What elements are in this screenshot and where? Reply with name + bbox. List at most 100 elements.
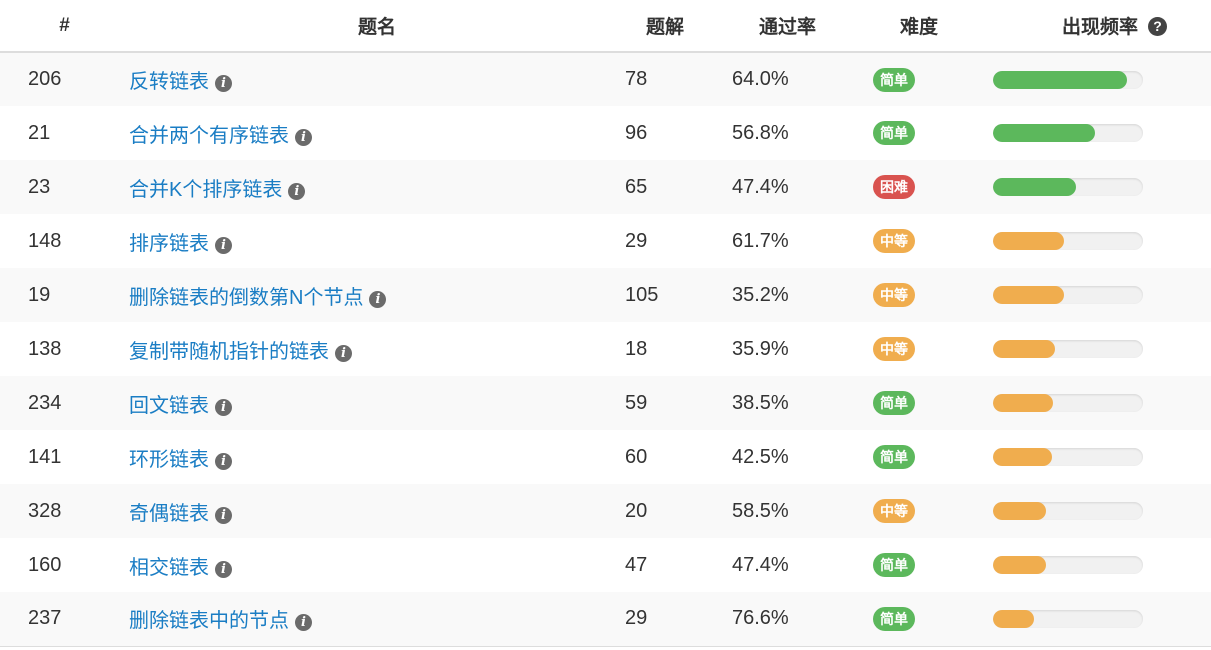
frequency-bar [993, 448, 1143, 466]
table-row[interactable]: 206 反转链表 i 78 64.0% 简单 [0, 52, 1211, 106]
solutions-count: 96 [625, 121, 648, 144]
difficulty-badge: 简单 [873, 606, 915, 631]
header-title-label: 题名 [357, 17, 396, 38]
info-icon[interactable]: i [288, 182, 306, 200]
solutions-count: 47 [625, 553, 648, 576]
frequency-bar-fill [993, 70, 1127, 89]
problem-title-link[interactable]: 复制带随机指针的链表 [129, 341, 329, 363]
info-icon[interactable]: i [295, 128, 312, 146]
problem-title-link[interactable]: 删除链表的倒数第N个节点 [129, 287, 363, 309]
info-icon[interactable]: i [369, 290, 387, 308]
info-icon[interactable]: i [215, 75, 232, 92]
table-row[interactable]: 141 环形链表 i 60 42.5% 简单 [0, 430, 1211, 484]
info-icon[interactable]: i [215, 506, 232, 524]
difficulty-badge: 简单 [873, 67, 915, 92]
frequency-bar-fill [993, 609, 1034, 628]
header-title[interactable]: 题名 [129, 0, 625, 53]
acceptance-rate: 35.9% [732, 337, 789, 360]
difficulty-badge: 简单 [873, 553, 915, 577]
frequency-bar-fill [993, 178, 1076, 196]
info-icon[interactable]: i [295, 614, 312, 632]
problem-title-link[interactable]: 合并两个有序链表 [129, 125, 289, 147]
header-solutions[interactable]: 题解 [625, 0, 731, 53]
table-row[interactable]: 148 排序链表 i 29 61.7% 中等 [0, 214, 1211, 268]
frequency-cell [993, 376, 1211, 430]
problem-title-link[interactable]: 回文链表 [129, 395, 209, 417]
frequency-cell [993, 160, 1211, 214]
solutions-count: 29 [625, 592, 731, 647]
difficulty-cell: 中等 [872, 322, 993, 376]
problem-title-cell: 奇偶链表 i [129, 484, 625, 538]
acceptance-rate: 76.6% [731, 592, 872, 647]
question-circle-icon[interactable]: ? [1148, 17, 1168, 36]
frequency-bar [993, 70, 1143, 89]
problem-title-link[interactable]: 排序链表 [129, 233, 209, 255]
problem-title-cell: 环形链表 i [129, 430, 625, 484]
frequency-bar [993, 178, 1143, 196]
header-acceptance-label: 通过率 [759, 17, 817, 38]
header-row: # 题名 题解 通过率 难度 出现频率? [0, 0, 1211, 53]
frequency-cell [993, 322, 1211, 376]
problem-id: 141 [28, 445, 62, 468]
frequency-cell [993, 430, 1211, 484]
difficulty-badge: 简单 [873, 121, 915, 145]
frequency-cell [993, 106, 1211, 160]
header-frequency-label: 出现频率 [1062, 17, 1139, 38]
difficulty-cell: 中等 [872, 268, 993, 322]
header-id-label: # [59, 14, 70, 36]
difficulty-cell: 中等 [872, 214, 993, 268]
problem-id: 23 [28, 175, 51, 198]
difficulty-badge: 中等 [873, 283, 915, 307]
difficulty-cell: 简单 [872, 430, 993, 484]
acceptance-rate: 42.5% [732, 445, 789, 468]
header-difficulty[interactable]: 难度 [872, 0, 993, 53]
frequency-cell [993, 268, 1211, 322]
problem-id: 21 [28, 121, 51, 144]
difficulty-cell: 中等 [872, 484, 993, 538]
info-icon[interactable]: i [215, 398, 232, 416]
info-icon[interactable]: i [215, 236, 232, 254]
info-icon[interactable]: i [335, 344, 352, 362]
header-id[interactable]: # [0, 0, 129, 53]
table-row[interactable]: 21 合并两个有序链表 i 96 56.8% 简单 [0, 106, 1211, 160]
acceptance-rate: 64.0% [732, 68, 789, 90]
acceptance-rate: 58.5% [732, 499, 789, 522]
acceptance-rate: 61.7% [732, 229, 789, 252]
table-row[interactable]: 23 合并K个排序链表 i 65 47.4% 困难 [0, 160, 1211, 214]
table-row[interactable]: 160 相交链表 i 47 47.4% 简单 [0, 538, 1211, 592]
frequency-bar-fill [993, 124, 1095, 142]
frequency-bar [993, 232, 1143, 250]
acceptance-rate: 47.4% [732, 175, 789, 198]
table-row[interactable]: 138 复制带随机指针的链表 i 18 35.9% 中等 [0, 322, 1211, 376]
frequency-bar-fill [993, 232, 1064, 250]
solutions-count: 18 [625, 337, 648, 360]
table-row[interactable]: 19 删除链表的倒数第N个节点 i 105 35.2% 中等 [0, 268, 1211, 322]
frequency-bar-fill [993, 340, 1055, 358]
frequency-cell [993, 538, 1211, 592]
solutions-count: 60 [625, 445, 648, 468]
problem-title-link[interactable]: 奇偶链表 [129, 503, 209, 525]
frequency-bar [993, 124, 1143, 142]
header-acceptance[interactable]: 通过率 [731, 0, 872, 53]
solutions-count: 29 [625, 229, 648, 252]
problem-title-link[interactable]: 环形链表 [129, 449, 209, 471]
frequency-bar [993, 340, 1143, 358]
problem-title-link[interactable]: 反转链表 [129, 71, 209, 93]
difficulty-cell: 简单 [872, 106, 993, 160]
info-icon[interactable]: i [215, 452, 232, 470]
problem-title-link[interactable]: 合并K个排序链表 [129, 179, 282, 201]
problem-title-link[interactable]: 删除链表中的节点 [129, 610, 289, 632]
table-row[interactable]: 237 删除链表中的节点 i 29 76.6% 简单 [0, 592, 1211, 647]
info-icon[interactable]: i [215, 560, 232, 578]
problem-table: # 题名 题解 通过率 难度 出现频率? 206 反转链表 i 78 64.0% 简单 21… [0, 0, 1211, 647]
table-row[interactable]: 234 回文链表 i 59 38.5% 简单 [0, 376, 1211, 430]
acceptance-rate: 35.2% [732, 283, 789, 306]
difficulty-badge: 困难 [873, 175, 915, 199]
table-body: 206 反转链表 i 78 64.0% 简单 21 合并两个有序链表 i 96 56.8% 简单 23 合… [0, 52, 1211, 647]
acceptance-rate: 38.5% [732, 391, 789, 414]
difficulty-badge: 简单 [873, 445, 915, 469]
table-row[interactable]: 328 奇偶链表 i 20 58.5% 中等 [0, 484, 1211, 538]
header-frequency[interactable]: 出现频率? [993, 0, 1211, 53]
problem-title-link[interactable]: 相交链表 [129, 557, 209, 579]
problem-title-cell: 回文链表 i [129, 376, 625, 430]
